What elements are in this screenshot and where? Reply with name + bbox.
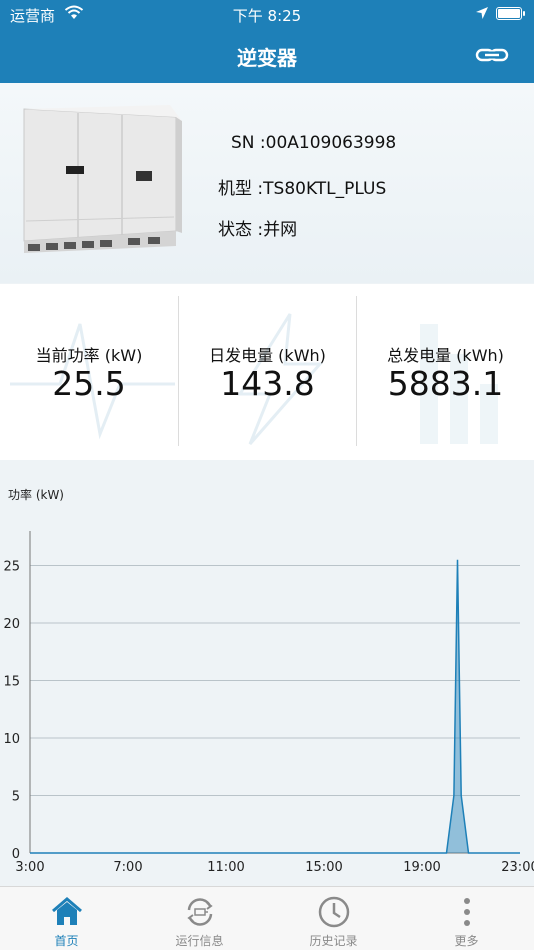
sn-row: SN :00A109063998 (231, 133, 396, 153)
x-tick-label: 3:00 (15, 860, 44, 875)
total-energy-label: 总发电量 (kWh) (387, 346, 504, 365)
x-tick-label: 19:00 (403, 860, 440, 875)
y-tick-label: 25 (3, 560, 20, 575)
sn-label: SN : (231, 133, 266, 153)
x-tick-label: 7:00 (113, 860, 142, 875)
device-info-panel: SN :00A109063998 机型 :TS80KTL_PLUS 状态 :并网 (0, 83, 534, 283)
battery-icon (496, 7, 522, 20)
tab-more[interactable]: 更多 (400, 887, 533, 950)
power-area (30, 559, 520, 853)
inverter-image (23, 105, 182, 253)
x-tick-label: 15:00 (305, 860, 342, 875)
page-title: 逆变器 (237, 46, 297, 70)
total-energy-value: 5883.1 (387, 364, 504, 403)
run-info-icon (186, 898, 213, 926)
current-power-stat: 当前功率 (kW) 25.5 (0, 284, 178, 460)
state-label: 状态 : (218, 220, 264, 240)
status-bar: 运营商 下午 8:25 (0, 0, 534, 28)
state-row: 状态 :并网 (218, 215, 297, 240)
model-row: 机型 :TS80KTL_PLUS (218, 174, 386, 199)
location-arrow-icon (476, 7, 488, 19)
daily-energy-label: 日发电量 (kWh) (209, 346, 326, 365)
tab-home[interactable]: 首页 (0, 887, 133, 950)
current-power-label: 当前功率 (kW) (35, 346, 143, 365)
clock-time: 下午 8:25 (232, 7, 302, 25)
power-chart: 功率 (kW)05101520253:00 7:00 11:00 15:00 19:00… (3, 487, 534, 875)
total-energy-stat: 总发电量 (kWh) 5883.1 (357, 284, 534, 460)
tab-more-label: 更多 (454, 934, 479, 948)
power-line (30, 559, 520, 854)
daily-energy-stat: 日发电量 (kWh) 143.8 (179, 284, 356, 460)
tab-bar: 首页 运行信息 历史记录 更多 (0, 886, 534, 950)
battery-tip (523, 11, 525, 16)
y-tick-label: 5 (12, 790, 20, 805)
power-chart-panel: 功率 (kW) 0 5 10 15 20 25 3:00 7:00 11:00 15:00 19:00… (0, 461, 534, 886)
sn-value: 00A109063998 (265, 133, 397, 153)
tab-run-info[interactable]: 运行信息 (133, 887, 266, 950)
link-icon[interactable] (474, 42, 510, 68)
navigation-bar: 逆变器 (0, 28, 534, 83)
current-power-value: 25.5 (52, 364, 126, 403)
daily-energy-value: 143.8 (220, 364, 315, 403)
model-label: 机型 : (218, 179, 264, 199)
y-axis-label: 功率 (kW) (8, 487, 64, 502)
y-tick-label: 15 (3, 675, 20, 690)
tab-history[interactable]: 历史记录 (267, 887, 400, 950)
model-value: TS80KTL_PLUS (263, 179, 387, 199)
tab-run-info-label: 运行信息 (175, 934, 224, 948)
clock-icon (318, 896, 349, 928)
tab-home-label: 首页 (54, 934, 79, 948)
home-icon (51, 897, 82, 925)
tab-history-label: 历史记录 (309, 934, 358, 948)
x-tick-label: 11:00 (207, 860, 244, 875)
y-tick-label: 10 (3, 732, 20, 747)
state-value: 并网 (263, 220, 298, 240)
stats-panel: 当前功率 (kW) 25.5 日发电量 (kWh) 143.8 总发电量 (kW… (0, 284, 534, 460)
more-icon (463, 898, 470, 926)
y-tick-label: 20 (3, 617, 20, 632)
x-tick-label: 23:00 (501, 860, 534, 875)
